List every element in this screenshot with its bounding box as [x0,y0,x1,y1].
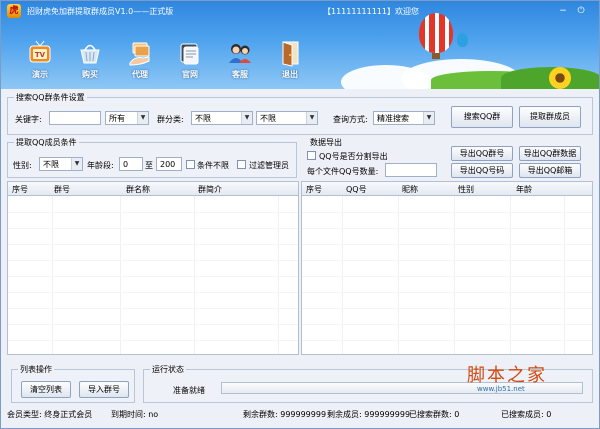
per-file-count-label: 每个文件QQ号数量: [307,167,379,176]
filter-admin-checkbox[interactable] [237,160,246,169]
chevron-down-icon: ▼ [137,112,148,124]
age-to-input[interactable]: 200 [156,157,182,171]
chevron-down-icon: ▼ [241,112,252,124]
watermark-url: www.jb51.net [477,385,525,393]
header-banner: 虎 招财虎免加群提取群成员V1.0——正式版 【11111111111】欢迎您 … [1,1,599,89]
toolbar-demo-button[interactable]: TV 演示 [15,39,65,87]
category-label: 群分类: [157,115,184,124]
remaining-groups-text: 剩余群数: 999999999 [243,410,327,419]
searched-members-text: 已搜索成员: 0 [501,410,552,419]
main-toolbar: TV 演示 购买 代理 官网 客服 退出 [15,39,315,87]
region-select[interactable]: 所有 ▼ [105,111,149,125]
column-header[interactable]: 年龄 [516,184,532,195]
searched-groups-text: 已搜索群数: 0 [409,410,460,419]
column-header[interactable]: 序号 [306,184,322,195]
subcategory-select[interactable]: 不限 ▼ [256,111,318,125]
category-select-value: 不限 [195,114,211,123]
export-qq-email-button[interactable]: 导出QQ邮箱 [519,163,581,178]
watermark-text: 脚本之家 [467,365,547,386]
gender-label: 性别: [13,161,32,170]
column-header[interactable]: 序号 [12,184,28,195]
age-from-input[interactable]: 0 [119,157,143,171]
region-select-value: 所有 [109,114,125,123]
member-table-header: 序号 QQ号 昵称 性别 年龄 [302,182,592,196]
welcome-user-text: 【11111111111】欢迎您 [323,7,419,16]
toolbar-agent-button[interactable]: 代理 [115,39,165,87]
extract-members-button[interactable]: 提取群成员 [519,106,581,128]
column-header[interactable]: QQ号 [346,184,367,195]
no-condition-label: 条件不限 [197,161,229,170]
window-title: 招财虎免加群提取群成员V1.0——正式版 [27,7,174,16]
import-group-button[interactable]: 导入群号 [79,381,129,398]
split-export-checkbox[interactable] [307,151,316,160]
toolbar-support-label: 客服 [232,70,248,79]
query-mode-label: 查询方式: [333,115,368,124]
export-qq-number-button[interactable]: 导出QQ号码 [451,163,513,178]
column-header[interactable]: 群简介 [198,184,222,195]
basket-icon [77,39,103,67]
run-status-legend: 运行状态 [150,364,186,375]
list-operations-legend: 列表操作 [18,364,54,375]
svg-text:TV: TV [35,51,46,59]
split-export-label: QQ号是否分割导出 [319,152,388,161]
door-exit-icon [277,39,303,67]
app-logo-icon: 虎 [7,4,21,18]
gender-select-value: 不限 [43,160,59,169]
category-select[interactable]: 不限 ▼ [191,111,253,125]
member-type-text: 会员类型: 终身正式会员 [7,410,93,419]
column-header[interactable]: 性别 [458,184,474,195]
toolbar-agent-label: 代理 [132,70,148,79]
data-export-legend: 数据导出 [308,137,344,148]
sunflower-icon [549,67,571,89]
toolbar-buy-label: 购买 [82,70,98,79]
filter-admin-label: 过滤管理员 [249,161,289,170]
remaining-members-text: 剩余成员: 999999999 [327,410,411,419]
no-condition-checkbox[interactable] [186,160,195,169]
hot-air-balloon-icon [419,13,453,53]
column-header[interactable]: 昵称 [402,184,418,195]
search-qq-group-button[interactable]: 搜索QQ群 [451,106,513,128]
browser-icon [177,39,203,67]
close-button[interactable]: ⏻ [575,5,587,17]
toolbar-demo-label: 演示 [32,70,48,79]
gender-select[interactable]: 不限 ▼ [39,157,83,171]
group-table-header: 序号 群号 群名称 群简介 [8,182,298,196]
member-list-table[interactable]: 序号 QQ号 昵称 性别 年龄 [301,181,593,355]
query-mode-select[interactable]: 精准搜索 ▼ [373,111,435,125]
age-label: 年龄段: [87,161,114,170]
toolbar-exit-button[interactable]: 退出 [265,39,315,87]
status-bar: 会员类型: 终身正式会员 到期时间: no 剩余群数: 999999999 剩余… [1,405,599,428]
toolbar-exit-label: 退出 [282,70,298,79]
query-mode-select-value: 精准搜索 [377,114,409,123]
subcategory-select-value: 不限 [260,114,276,123]
member-conditions-legend: 提取QQ成员条件 [14,137,79,148]
support-people-icon [227,39,253,67]
chevron-down-icon: ▼ [306,112,317,124]
group-list-table[interactable]: 序号 群号 群名称 群简介 [7,181,299,355]
run-status-text: 准备就绪 [173,386,205,395]
hand-money-icon [127,39,153,67]
chevron-down-icon: ▼ [423,112,434,124]
toolbar-website-button[interactable]: 官网 [165,39,215,87]
clear-list-button[interactable]: 清空列表 [21,381,71,398]
column-header[interactable]: 群号 [54,184,70,195]
export-group-number-button[interactable]: 导出QQ群号 [451,146,513,161]
keyword-label: 关键字: [15,115,42,124]
tv-icon: TV [27,39,53,67]
keyword-input[interactable] [49,111,101,125]
chevron-down-icon: ▼ [71,158,82,170]
small-balloon-icon [457,33,468,47]
toolbar-website-label: 官网 [182,70,198,79]
toolbar-buy-button[interactable]: 购买 [65,39,115,87]
column-header[interactable]: 群名称 [126,184,150,195]
export-group-data-button[interactable]: 导出QQ群数据 [519,146,581,161]
app-window: 虎 招财虎免加群提取群成员V1.0——正式版 【11111111111】欢迎您 … [0,0,600,429]
expire-time-text: 到期时间: no [111,410,159,419]
per-file-count-input[interactable] [385,163,437,177]
search-conditions-legend: 搜索QQ群条件设置 [14,92,87,103]
toolbar-support-button[interactable]: 客服 [215,39,265,87]
age-to-label: 至 [145,161,153,170]
minimize-button[interactable]: − [557,5,569,17]
